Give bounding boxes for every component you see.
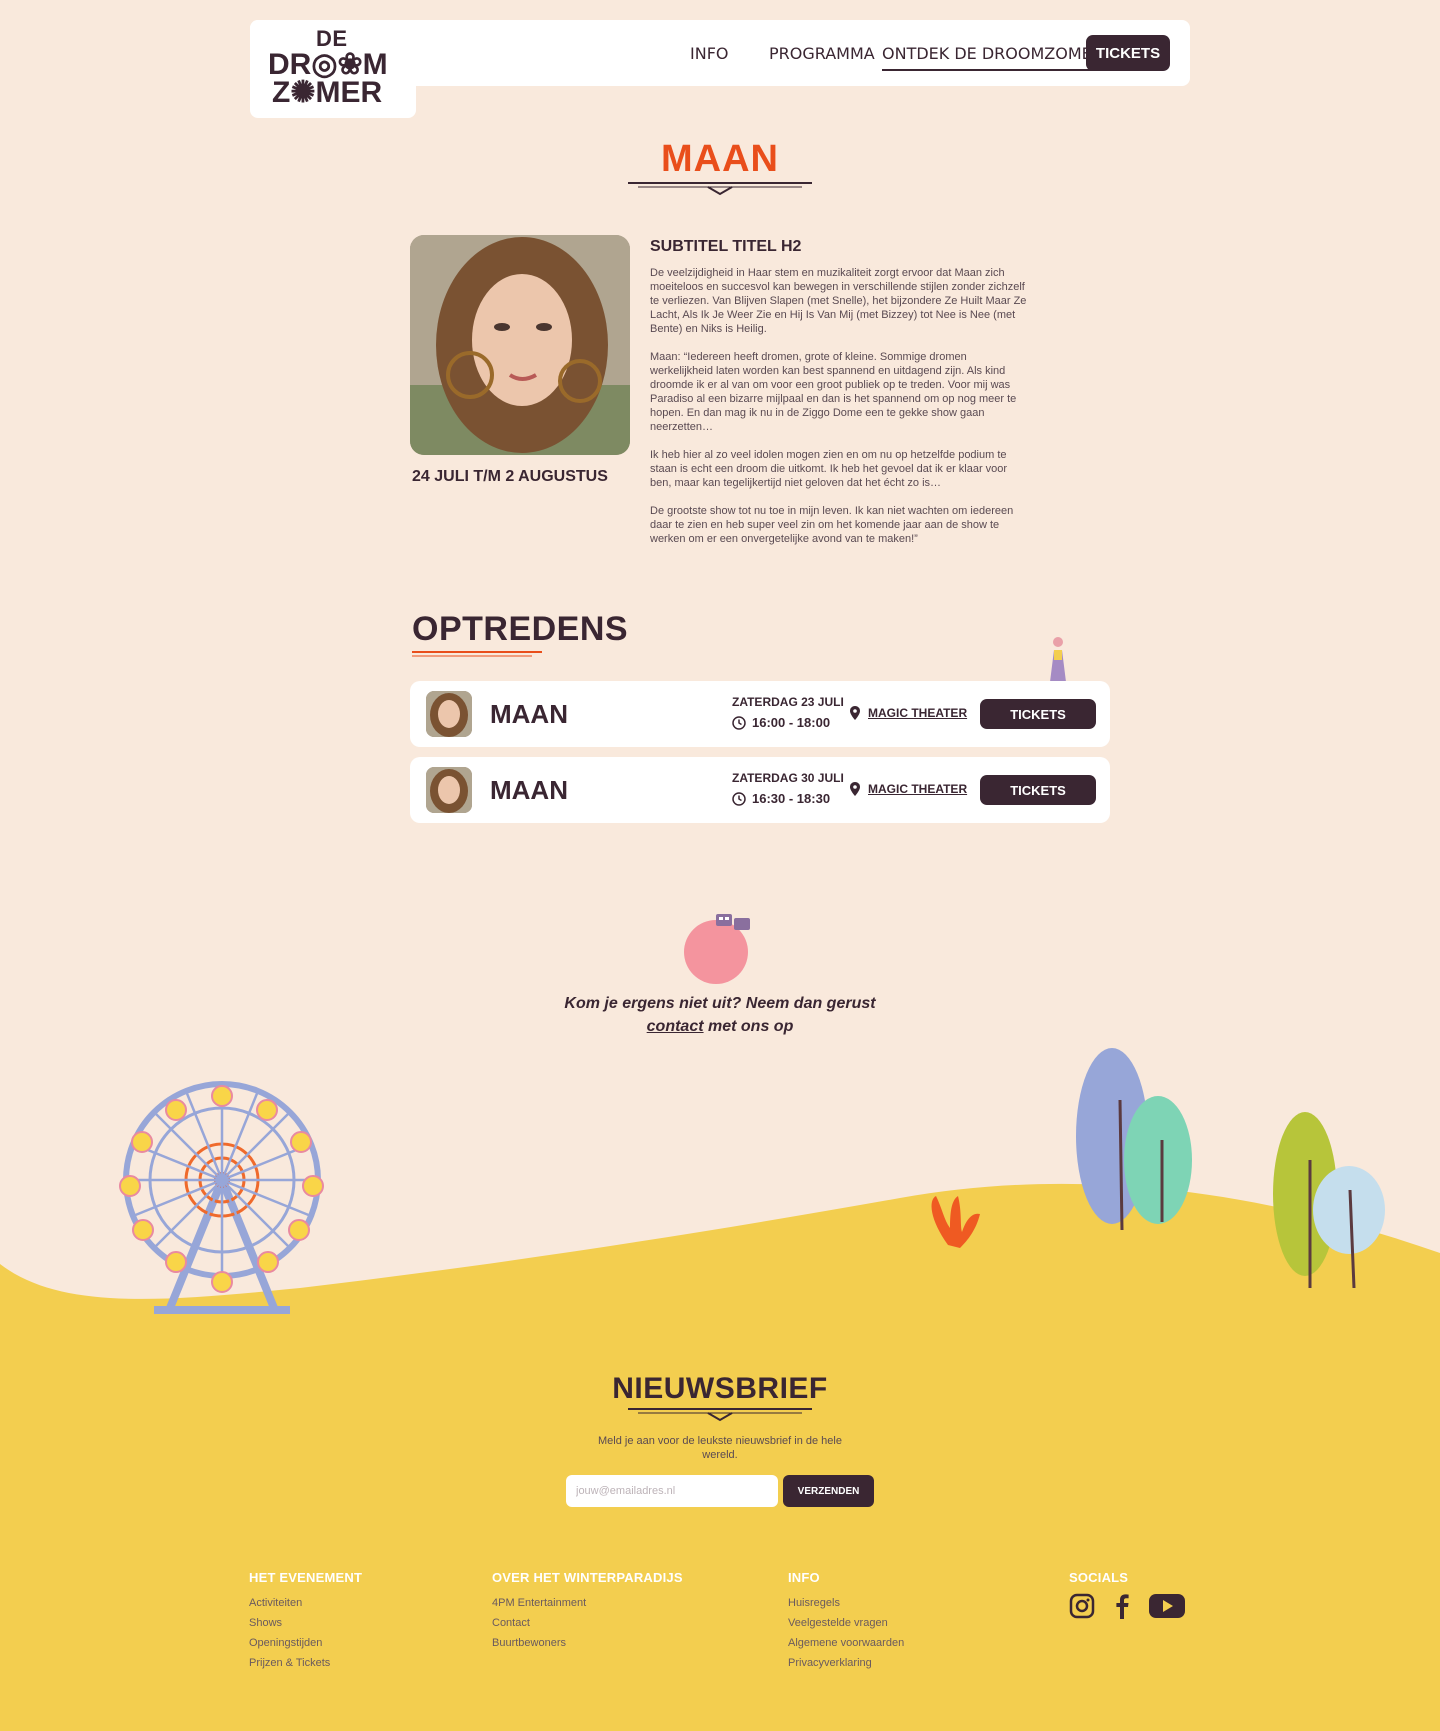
nav-link-programma[interactable]: PROGRAMMA: [769, 44, 875, 63]
title-ornament: [628, 182, 812, 196]
contact-link[interactable]: contact: [647, 1018, 704, 1035]
newsletter-ornament: [628, 1408, 812, 1422]
footer-column-title: HET EVENEMENT: [249, 1570, 363, 1585]
clock-icon: [732, 791, 746, 806]
footer-link[interactable]: Algemene voorwaarden: [788, 1633, 904, 1653]
performance-date: ZATERDAG 23 JULI: [732, 695, 844, 709]
footer-column-title: OVER HET WINTERPARADIJS: [492, 1570, 683, 1585]
performance-time-label: 16:30 - 18:30: [752, 791, 831, 806]
performance-time: 16:30 - 18:30: [732, 791, 830, 806]
newsletter-description: Meld je aan voor de leukste nieuwsbrief …: [598, 1435, 842, 1461]
location-pin-icon: [850, 706, 860, 720]
performance-time: 16:00 - 18:00: [732, 715, 830, 730]
footer-link[interactable]: Prijzen & Tickets: [249, 1653, 362, 1673]
footer-column-evenement: HET EVENEMENT Activiteiten Shows Opening…: [249, 1570, 362, 1673]
social-links: [1069, 1593, 1185, 1623]
footer-link[interactable]: Buurtbewoners: [492, 1633, 683, 1653]
artist-subtitle: SUBTITEL TITEL H2: [650, 238, 802, 255]
footer-link[interactable]: Shows: [249, 1613, 362, 1633]
footer-link[interactable]: 4PM Entertainment: [492, 1593, 683, 1613]
nav-link-ontdek[interactable]: ONTDEK DE DROOMZOMER⌄: [882, 44, 1118, 71]
bio-paragraph: De veelzijdigheid in Haar stem en muzika…: [650, 267, 1027, 335]
nav-link-ontdek-label: ONTDEK DE DROOMZOMER: [882, 44, 1103, 63]
bio-paragraph: De grootste show tot nu toe in mijn leve…: [650, 505, 1014, 545]
performance-thumbnail: [426, 691, 472, 737]
footer-column-socials: SOCIALS: [1069, 1570, 1185, 1623]
performer-figure-illustration: [1050, 637, 1066, 682]
performance-row: MAAN ZATERDAG 30 JULI 16:30 - 18:30 MAGI…: [410, 757, 1110, 823]
footer-link[interactable]: Huisregels: [788, 1593, 904, 1613]
performance-tickets-button[interactable]: TICKETS: [980, 699, 1096, 729]
performance-location-link[interactable]: MAGIC THEATER: [850, 706, 967, 720]
contact-text-before: Kom je ergens niet uit? Neem dan gerust: [564, 995, 876, 1012]
footer-link[interactable]: Veelgestelde vragen: [788, 1613, 904, 1633]
instagram-icon[interactable]: [1069, 1593, 1095, 1623]
footer-link[interactable]: Contact: [492, 1613, 683, 1633]
performance-tickets-button[interactable]: TICKETS: [980, 775, 1096, 805]
performance-name: MAAN: [490, 775, 568, 805]
performance-thumbnail: [426, 767, 472, 813]
footer-column-info: INFO Huisregels Veelgestelde vragen Alge…: [788, 1570, 904, 1673]
logo-line-3: Z✺MER: [272, 76, 383, 109]
brand-logo[interactable]: DE DR◎❀M Z✺MER: [268, 28, 394, 108]
performance-name: MAAN: [490, 699, 568, 729]
performance-location-label: MAGIC THEATER: [868, 782, 968, 796]
artist-dates: 24 JULI T/M 2 AUGUSTUS: [412, 468, 608, 485]
artist-photo: [410, 235, 630, 455]
contact-text-after: met ons op: [703, 1018, 794, 1035]
page-title: MAAN: [661, 138, 779, 180]
performances-underline: [412, 651, 542, 657]
footer-link[interactable]: Activiteiten: [249, 1593, 362, 1613]
artist-bio: De veelzijdigheid in Haar stem en muzika…: [650, 266, 1030, 560]
location-pin-icon: [850, 782, 860, 796]
bio-paragraph: Ik heb hier al zo veel idolen mogen zien…: [650, 449, 1008, 489]
performance-time-label: 16:00 - 18:00: [752, 715, 831, 730]
footer-link[interactable]: Openingstijden: [249, 1633, 362, 1653]
bio-paragraph: Maan: “Iedereen heeft dromen, grote of k…: [650, 351, 1017, 433]
footer-column-title: INFO: [788, 1570, 820, 1585]
newsletter-submit-button[interactable]: VERZENDEN: [783, 1475, 874, 1507]
contact-text: Kom je ergens niet uit? Neem dan gerust …: [560, 992, 880, 1038]
performance-row: MAAN ZATERDAG 23 JULI 16:00 - 18:00 MAGI…: [410, 681, 1110, 747]
footer-column-title: SOCIALS: [1069, 1570, 1129, 1585]
performance-location-label: MAGIC THEATER: [868, 706, 968, 720]
clock-icon: [732, 715, 746, 730]
logo-line-1: DE: [316, 26, 348, 51]
footer-column-winterparadijs: OVER HET WINTERPARADIJS 4PM Entertainmen…: [492, 1570, 683, 1653]
facebook-icon[interactable]: [1109, 1593, 1135, 1623]
performance-date: ZATERDAG 30 JULI: [732, 771, 844, 785]
footer-link[interactable]: Privacyverklaring: [788, 1653, 904, 1673]
nav-link-info[interactable]: INFO: [690, 44, 728, 63]
newsletter-email-input[interactable]: [566, 1475, 778, 1507]
train-illustration: [716, 914, 750, 930]
nav-tickets-button[interactable]: TICKETS: [1086, 35, 1170, 71]
performances-heading: OPTREDENS: [412, 610, 629, 648]
newsletter-title: NIEUWSBRIEF: [612, 1372, 828, 1405]
ferris-wheel-illustration: [119, 1081, 324, 1314]
youtube-icon[interactable]: [1149, 1593, 1185, 1623]
performance-location-link[interactable]: MAGIC THEATER: [850, 782, 967, 796]
